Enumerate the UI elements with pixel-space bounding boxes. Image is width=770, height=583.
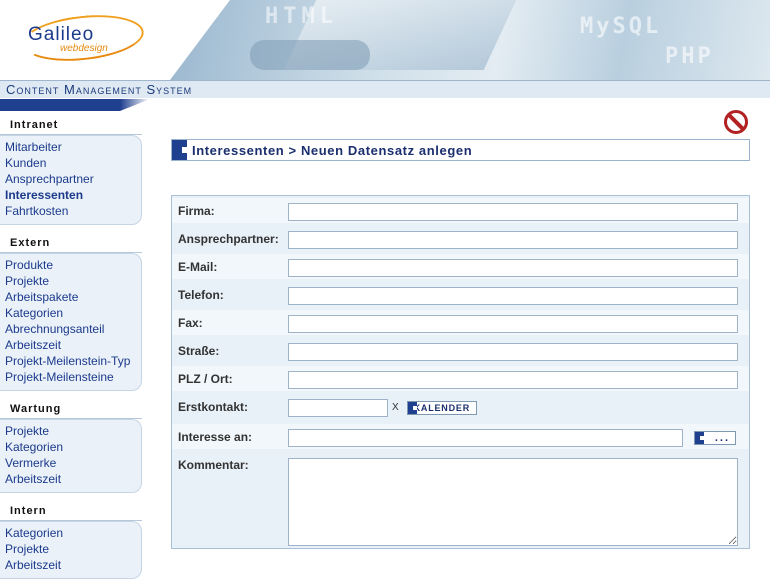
form-row-kommentar: Kommentar: (172, 452, 749, 552)
sidebar-item-arbeitszeit[interactable]: Arbeitszeit (5, 337, 141, 353)
erstkontakt-clear[interactable]: X (392, 402, 399, 413)
interesse-select-button[interactable]: ... (694, 431, 736, 445)
more-marker-icon (695, 432, 704, 444)
sidebar-item-arbeitspakete[interactable]: Arbeitspakete (5, 289, 141, 305)
cms-title-bar: Content Management System (0, 80, 770, 98)
photo-word-mysql: MySQL (580, 14, 662, 39)
sidebar-item-kunden[interactable]: Kunden (5, 155, 141, 171)
sidebar-item-intern-kategorien[interactable]: Kategorien (5, 525, 141, 541)
sidebar-item-fahrtkosten[interactable]: Fahrtkosten (5, 203, 141, 219)
sidebar-item-projekte[interactable]: Projekte (5, 273, 141, 289)
form-row-plz-ort: PLZ / Ort: (172, 366, 749, 391)
logo-subtitle: webdesign (60, 43, 108, 54)
photo-word-html: HTML (265, 4, 338, 29)
sidebar-section-wartung: Projekte Kategorien Vermerke Arbeitszeit (0, 419, 142, 493)
firma-label: Firma: (178, 204, 215, 218)
form-row-ansprechpartner: Ansprechpartner: (172, 226, 749, 251)
sidebar-section-extern-title: Extern (0, 237, 142, 253)
header-accent-wedge (0, 99, 150, 111)
sidebar-section-intranet-title: Intranet (0, 119, 142, 135)
sidebar-item-wartung-arbeitszeit[interactable]: Arbeitszeit (5, 471, 141, 487)
sidebar-item-wartung-projekte[interactable]: Projekte (5, 423, 141, 439)
kalender-marker-icon (408, 402, 417, 414)
erstkontakt-label: Erstkontakt: (178, 400, 249, 414)
kommentar-textarea[interactable] (288, 458, 738, 546)
cancel-icon[interactable] (724, 110, 748, 134)
telefon-input[interactable] (288, 287, 738, 305)
form-row-erstkontakt: Erstkontakt: X KALENDER (172, 394, 749, 419)
form-row-email: E-Mail: (172, 254, 749, 279)
sidebar-item-kategorien[interactable]: Kategorien (5, 305, 141, 321)
sidebar-item-intern-arbeitszeit[interactable]: Arbeitszeit (5, 557, 141, 573)
strasse-input[interactable] (288, 343, 738, 361)
erstkontakt-input[interactable] (288, 399, 388, 417)
form-row-firma: Firma: (172, 198, 749, 223)
sidebar-item-vermerke[interactable]: Vermerke (5, 455, 141, 471)
cms-title: Content Management System (6, 82, 193, 97)
sidebar-item-projekt-meilensteine[interactable]: Projekt-Meilensteine (5, 369, 141, 385)
sidebar-item-projekt-meilenstein-typ[interactable]: Projekt-Meilenstein-Typ (5, 353, 141, 369)
sidebar-item-mitarbeiter[interactable]: Mitarbeiter (5, 139, 141, 155)
sidebar-section-intranet: Mitarbeiter Kunden Ansprechpartner Inter… (0, 135, 142, 225)
sidebar-section-intern-title: Intern (0, 505, 142, 521)
sidebar-section-wartung-title: Wartung (0, 403, 142, 419)
kalender-button[interactable]: KALENDER (407, 401, 477, 415)
form-panel: Firma: Ansprechpartner: E-Mail: Telefon:… (171, 195, 750, 549)
form-row-telefon: Telefon: (172, 282, 749, 307)
sidebar-item-wartung-kategorien[interactable]: Kategorien (5, 439, 141, 455)
more-button-label: ... (714, 432, 730, 444)
form-row-interesse: Interesse an: ... (172, 424, 749, 449)
sidebar-section-extern: Produkte Projekte Arbeitspakete Kategori… (0, 253, 142, 391)
plz-ort-label: PLZ / Ort: (178, 372, 233, 386)
photo-word-php: PHP (665, 44, 714, 69)
firma-input[interactable] (288, 203, 738, 221)
page-title-box: Interessenten > Neuen Datensatz anlegen (171, 139, 750, 161)
title-marker-icon (172, 140, 187, 160)
fax-input[interactable] (288, 315, 738, 333)
fax-label: Fax: (178, 316, 203, 330)
sidebar-item-interessenten[interactable]: Interessenten (5, 187, 141, 203)
sidebar-item-abrechnungsanteil[interactable]: Abrechnungsanteil (5, 321, 141, 337)
sidebar-item-ansprechpartner[interactable]: Ansprechpartner (5, 171, 141, 187)
interesse-input[interactable] (288, 429, 683, 447)
kommentar-label: Kommentar: (178, 458, 249, 472)
form-row-strasse: Straße: (172, 338, 749, 363)
plz-ort-input[interactable] (288, 371, 738, 389)
interesse-label: Interesse an: (178, 430, 253, 444)
sidebar: Intranet Mitarbeiter Kunden Ansprechpart… (0, 119, 142, 583)
galileo-logo[interactable]: Galileo webdesign (20, 9, 150, 67)
email-label: E-Mail: (178, 260, 218, 274)
sidebar-item-intern-projekte[interactable]: Projekte (5, 541, 141, 557)
photo-hand-shape (250, 40, 370, 70)
sidebar-item-produkte[interactable]: Produkte (5, 257, 141, 273)
ansprechpartner-label: Ansprechpartner: (178, 232, 279, 246)
header-photo: HTML MySQL PHP (170, 0, 770, 80)
sidebar-section-intern: Kategorien Projekte Arbeitszeit (0, 521, 142, 579)
ansprechpartner-input[interactable] (288, 231, 738, 249)
telefon-label: Telefon: (178, 288, 224, 302)
header: Galileo webdesign HTML MySQL PHP (0, 0, 770, 80)
strasse-label: Straße: (178, 344, 220, 358)
form-row-fax: Fax: (172, 310, 749, 335)
email-input[interactable] (288, 259, 738, 277)
kalender-button-label: KALENDER (413, 403, 470, 413)
page-title: Interessenten > Neuen Datensatz anlegen (192, 143, 473, 158)
